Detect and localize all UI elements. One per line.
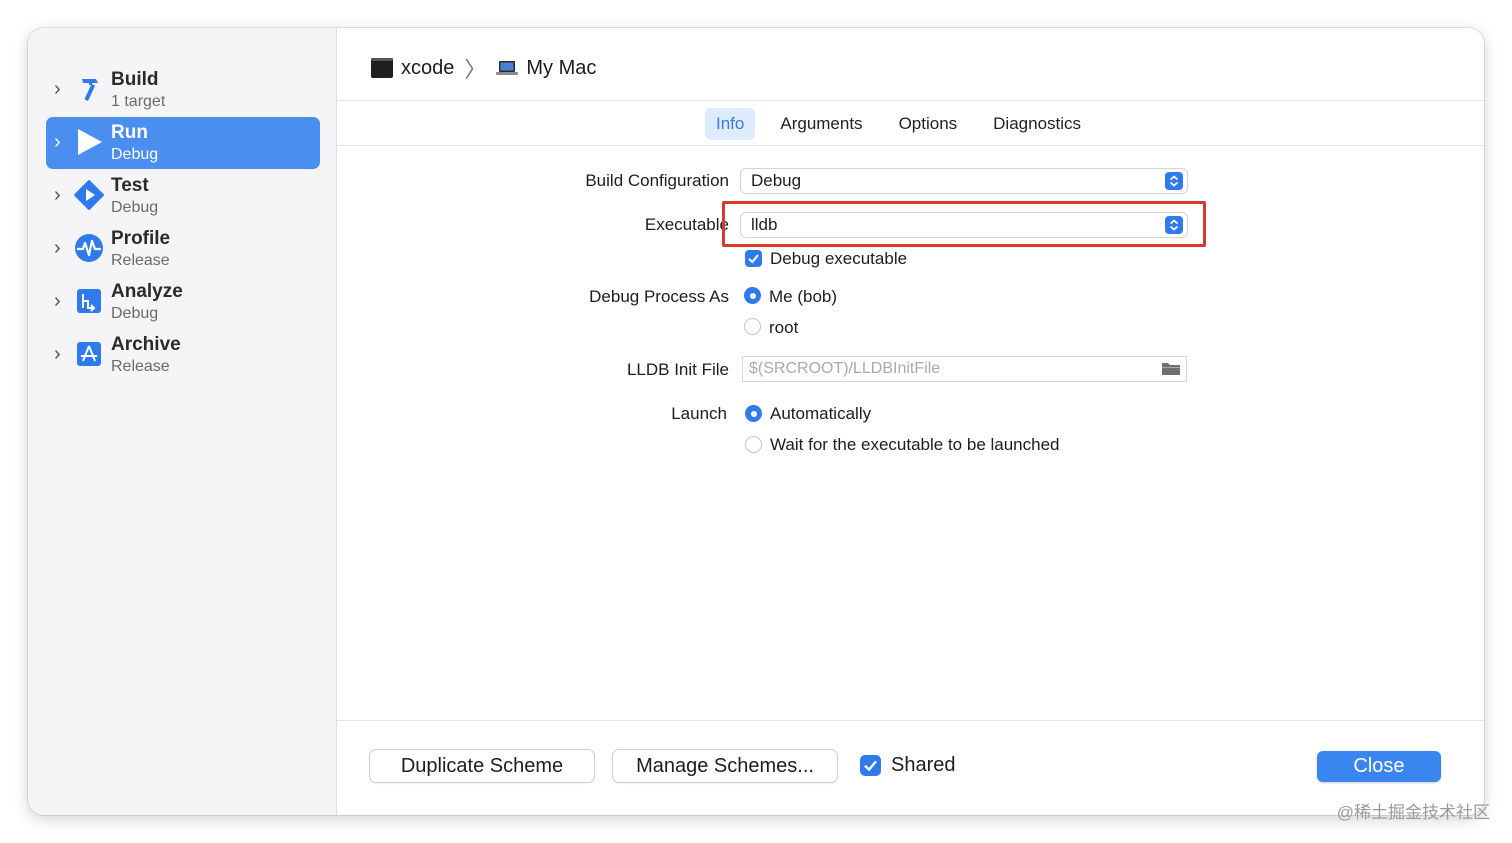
sidebar-item-label: Build — [111, 69, 159, 90]
build-configuration-popup[interactable]: Debug — [741, 169, 1187, 193]
sidebar-item-build[interactable]: › Build 1 target — [46, 64, 320, 116]
hammer-icon — [82, 79, 98, 101]
tab-diagnostics[interactable]: Diagnostics — [982, 108, 1092, 140]
sidebar-item-sublabel: 1 target — [111, 93, 166, 110]
sidebar-item-archive[interactable]: › Archive Release — [46, 329, 320, 381]
sidebar-item-test[interactable]: › Test Debug — [46, 170, 320, 222]
build-configuration-value: Debug — [751, 171, 802, 190]
tab-bar: Info Arguments Options Diagnostics — [705, 108, 1106, 140]
main-panel: xcode 〉 My Mac Info Arguments Options Di… — [337, 28, 1484, 815]
chevron-right-icon[interactable]: › — [54, 78, 66, 100]
breadcrumb-target[interactable]: xcode — [401, 57, 454, 80]
launch-wait-label: Wait for the executable to be launched — [770, 435, 1060, 454]
sidebar-item-run[interactable]: › Run Debug — [46, 117, 320, 169]
breadcrumb-destination[interactable]: My Mac — [526, 57, 596, 80]
breadcrumb[interactable]: xcode 〉 My Mac — [371, 54, 596, 82]
launch-automatically-label: Automatically — [770, 404, 872, 423]
divider — [337, 145, 1484, 146]
chevron-right-icon[interactable]: › — [54, 237, 66, 259]
tab-arguments[interactable]: Arguments — [769, 108, 873, 140]
red-highlight-annotation — [722, 201, 1206, 247]
shared-label: Shared — [891, 754, 956, 776]
duplicate-scheme-button[interactable]: Duplicate Scheme — [370, 750, 594, 782]
test-diamond-icon — [74, 180, 104, 210]
analyze-icon — [77, 289, 101, 313]
debug-executable-label: Debug executable — [770, 249, 908, 268]
sidebar-item-label: Test — [111, 175, 149, 196]
popup-stepper-icon — [1165, 172, 1183, 190]
play-icon — [78, 129, 102, 155]
archive-icon — [77, 342, 101, 366]
sidebar-item-sublabel: Debug — [111, 305, 159, 322]
sidebar: › Build 1 target › Run Debug › Test Debu… — [28, 28, 337, 815]
manage-schemes-button[interactable]: Manage Schemes... — [613, 750, 837, 782]
sidebar-item-label: Archive — [111, 334, 181, 355]
launch-automatically-radio[interactable] — [745, 405, 762, 422]
sidebar-item-sublabel: Debug — [111, 199, 159, 216]
sidebar-item-sublabel: Debug — [111, 146, 159, 163]
executable-label: Executable — [644, 215, 729, 234]
debug-as-root-label: root — [769, 318, 799, 337]
sidebar-item-sublabel: Release — [111, 358, 170, 375]
lldb-init-file-label: LLDB Init File — [626, 360, 729, 379]
sidebar-item-label: Run — [111, 122, 148, 143]
lldb-init-file-field[interactable] — [743, 357, 1186, 381]
close-button[interactable]: Close — [1317, 751, 1441, 782]
divider — [337, 720, 1484, 721]
breadcrumb-separator-icon: 〉 — [464, 57, 487, 82]
sidebar-item-label: Analyze — [111, 281, 183, 302]
sidebar-item-profile[interactable]: › Profile Release — [46, 223, 320, 275]
build-configuration-label: Build Configuration — [585, 171, 729, 190]
launch-wait-radio[interactable] — [745, 436, 762, 453]
tab-options[interactable]: Options — [888, 108, 969, 140]
launch-label: Launch — [671, 404, 727, 423]
chevron-right-icon[interactable]: › — [54, 131, 66, 153]
sidebar-item-label: Profile — [111, 228, 171, 249]
tab-info[interactable]: Info — [705, 108, 756, 140]
debug-process-as-label: Debug Process As — [589, 287, 729, 306]
watermark: @稀土掘金技术社区 — [1336, 803, 1490, 822]
debug-executable-checkbox[interactable] — [745, 250, 762, 267]
terminal-icon — [371, 58, 393, 78]
sidebar-item-sublabel: Release — [111, 252, 170, 269]
scheme-editor-window: › Build 1 target › Run Debug › Test Debu… — [28, 28, 1484, 815]
laptop-icon — [496, 61, 519, 75]
folder-icon[interactable] — [1161, 360, 1181, 376]
waveform-icon — [75, 234, 103, 262]
divider — [337, 100, 1484, 101]
chevron-right-icon[interactable]: › — [54, 184, 66, 206]
debug-as-me-label: Me (bob) — [769, 287, 838, 306]
chevron-right-icon[interactable]: › — [54, 343, 66, 365]
shared-checkbox[interactable] — [860, 755, 881, 776]
debug-as-me-radio[interactable] — [744, 287, 761, 304]
chevron-right-icon[interactable]: › — [54, 290, 66, 312]
debug-as-root-radio[interactable] — [744, 318, 761, 335]
sidebar-item-analyze[interactable]: › Analyze Debug — [46, 276, 320, 328]
lldb-init-file-input[interactable] — [743, 357, 1155, 381]
